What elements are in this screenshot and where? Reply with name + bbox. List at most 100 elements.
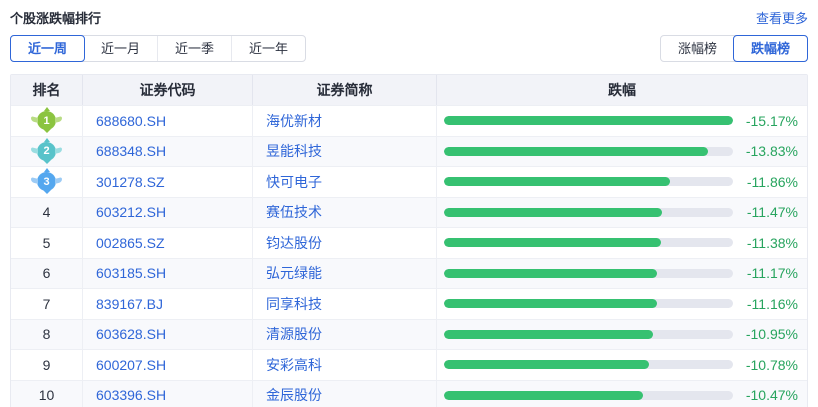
bar-track bbox=[444, 116, 733, 125]
stock-name-link[interactable]: 金辰股份 bbox=[253, 381, 437, 407]
board-tabs: 涨幅榜 跌幅榜 bbox=[660, 35, 808, 62]
change-percent: -11.16% bbox=[747, 296, 798, 312]
tab-near-week[interactable]: 近一周 bbox=[10, 35, 85, 62]
rank-cell: 9 bbox=[11, 350, 83, 380]
change-bar-cell: -13.83% bbox=[437, 137, 807, 167]
stock-code-link[interactable]: 603212.SH bbox=[83, 198, 253, 228]
bar-fill bbox=[444, 360, 649, 369]
stock-code-link[interactable]: 603396.SH bbox=[83, 381, 253, 407]
medal-wing-icon bbox=[31, 147, 38, 154]
table-row[interactable]: 9 600207.SH安彩高科 -10.78% bbox=[11, 349, 807, 380]
stock-code-link[interactable]: 600207.SH bbox=[83, 350, 253, 380]
stock-name-link[interactable]: 赛伍技术 bbox=[253, 198, 437, 228]
rank-number: 9 bbox=[43, 357, 51, 373]
stock-code-link[interactable]: 839167.BJ bbox=[83, 289, 253, 319]
stock-code-link[interactable]: 688680.SH bbox=[83, 106, 253, 136]
change-percent: -13.83% bbox=[746, 143, 798, 159]
bar-fill bbox=[444, 269, 657, 278]
change-percent: -11.17% bbox=[747, 265, 798, 281]
rank-cell: 8 bbox=[11, 320, 83, 350]
bar-track bbox=[444, 391, 733, 400]
stock-name-link[interactable]: 安彩高科 bbox=[253, 350, 437, 380]
rank-number: 7 bbox=[43, 296, 51, 312]
stock-code-link[interactable]: 603185.SH bbox=[83, 259, 253, 289]
toolbar: 近一周 近一月 近一季 近一年 涨幅榜 跌幅榜 bbox=[10, 35, 808, 62]
tab-near-quarter[interactable]: 近一季 bbox=[157, 36, 231, 61]
bar-track bbox=[444, 269, 733, 278]
medal-wing-icon bbox=[55, 147, 62, 154]
col-header-code: 证券代码 bbox=[83, 75, 253, 105]
rank-number: 5 bbox=[43, 235, 51, 251]
stock-name-link[interactable]: 同享科技 bbox=[253, 289, 437, 319]
stock-code-link[interactable]: 002865.SZ bbox=[83, 228, 253, 258]
bar-track bbox=[444, 360, 733, 369]
bar-track bbox=[444, 147, 733, 156]
stock-code-link[interactable]: 688348.SH bbox=[83, 137, 253, 167]
rank-cell: 2 bbox=[11, 137, 83, 167]
bar-fill bbox=[444, 177, 670, 186]
stock-name-link[interactable]: 钧达股份 bbox=[253, 228, 437, 258]
table-row[interactable]: 6 603185.SH弘元绿能 -11.17% bbox=[11, 258, 807, 289]
rank-cell: 5 bbox=[11, 228, 83, 258]
change-percent: -10.47% bbox=[746, 387, 798, 403]
rank-cell: 10 bbox=[11, 381, 83, 407]
rank-cell: 7 bbox=[11, 289, 83, 319]
bar-fill bbox=[444, 208, 662, 217]
change-bar-cell: -11.16% bbox=[437, 289, 807, 319]
stock-name-link[interactable]: 快可电子 bbox=[253, 167, 437, 197]
bar-track bbox=[444, 177, 733, 186]
medal-wing-icon bbox=[55, 177, 62, 184]
rank-number: 4 bbox=[43, 204, 51, 220]
table-row[interactable]: 5 002865.SZ钧达股份-11.38% bbox=[11, 227, 807, 258]
change-bar-cell: -11.17% bbox=[437, 259, 807, 289]
rank-number: 1 bbox=[43, 115, 49, 127]
bar-track bbox=[444, 330, 733, 339]
rank-number: 2 bbox=[43, 145, 49, 157]
table-row[interactable]: 2 688348.SH昱能科技 -13.83% bbox=[11, 136, 807, 167]
bar-track bbox=[444, 299, 733, 308]
table-row[interactable]: 8 603628.SH清源股份 -10.95% bbox=[11, 319, 807, 350]
page-title: 个股涨跌幅排行 bbox=[10, 8, 101, 27]
stock-code-link[interactable]: 301278.SZ bbox=[83, 167, 253, 197]
tab-gainers-board[interactable]: 涨幅榜 bbox=[661, 36, 734, 61]
rank-medal-icon: 2 bbox=[37, 142, 56, 161]
change-percent: -11.86% bbox=[747, 174, 798, 190]
bar-fill bbox=[444, 391, 643, 400]
table-row[interactable]: 3301278.SZ快可电子 -11.86% bbox=[11, 166, 807, 197]
view-more-link[interactable]: 查看更多 bbox=[756, 8, 808, 27]
rank-cell: 3 bbox=[11, 167, 83, 197]
table-row[interactable]: 7 839167.BJ同享科技 -11.16% bbox=[11, 288, 807, 319]
table-body: 1 688680.SH海优新材 -15.17% 2 688348.SH昱能科技 -13.8… bbox=[11, 105, 807, 407]
change-percent: -15.17% bbox=[746, 113, 798, 129]
stock-name-link[interactable]: 海优新材 bbox=[253, 106, 437, 136]
bar-track bbox=[444, 238, 733, 247]
ranking-table: 排名 证券代码 证券简称 跌幅 1688680.SH海优新材-15.17%268… bbox=[10, 74, 808, 407]
rank-number: 8 bbox=[43, 326, 51, 342]
bar-fill bbox=[444, 116, 733, 125]
col-header-rank: 排名 bbox=[11, 75, 83, 105]
tab-near-month[interactable]: 近一月 bbox=[84, 36, 157, 61]
stock-name-link[interactable]: 清源股份 bbox=[253, 320, 437, 350]
stock-code-link[interactable]: 603628.SH bbox=[83, 320, 253, 350]
medal-wing-icon bbox=[31, 177, 38, 184]
change-percent: -10.78% bbox=[746, 357, 798, 373]
medal-wing-icon bbox=[31, 116, 38, 123]
widget-header: 个股涨跌幅排行 查看更多 bbox=[10, 8, 808, 26]
change-bar-cell: -15.17% bbox=[437, 106, 807, 136]
stock-ranking-widget: 个股涨跌幅排行 查看更多 近一周 近一月 近一季 近一年 涨幅榜 跌幅榜 排名 … bbox=[0, 0, 818, 407]
table-row[interactable]: 1 688680.SH海优新材 -15.17% bbox=[11, 105, 807, 136]
table-row[interactable]: 4603212.SH赛伍技术-11.47% bbox=[11, 197, 807, 228]
change-bar-cell: -10.47% bbox=[437, 381, 807, 407]
stock-name-link[interactable]: 弘元绿能 bbox=[253, 259, 437, 289]
table-header-row: 排名 证券代码 证券简称 跌幅 bbox=[11, 75, 807, 105]
rank-number: 6 bbox=[43, 265, 51, 281]
tab-near-year[interactable]: 近一年 bbox=[231, 36, 305, 61]
tab-losers-board[interactable]: 跌幅榜 bbox=[733, 35, 808, 62]
rank-medal-icon: 1 bbox=[37, 111, 56, 130]
col-header-change: 跌幅 bbox=[437, 75, 807, 105]
change-bar-cell: -10.78% bbox=[437, 350, 807, 380]
change-bar-cell: -11.38% bbox=[437, 228, 807, 258]
change-percent: -10.95% bbox=[746, 326, 798, 342]
table-row[interactable]: 10603396.SH金辰股份 -10.47% bbox=[11, 380, 807, 407]
stock-name-link[interactable]: 昱能科技 bbox=[253, 137, 437, 167]
